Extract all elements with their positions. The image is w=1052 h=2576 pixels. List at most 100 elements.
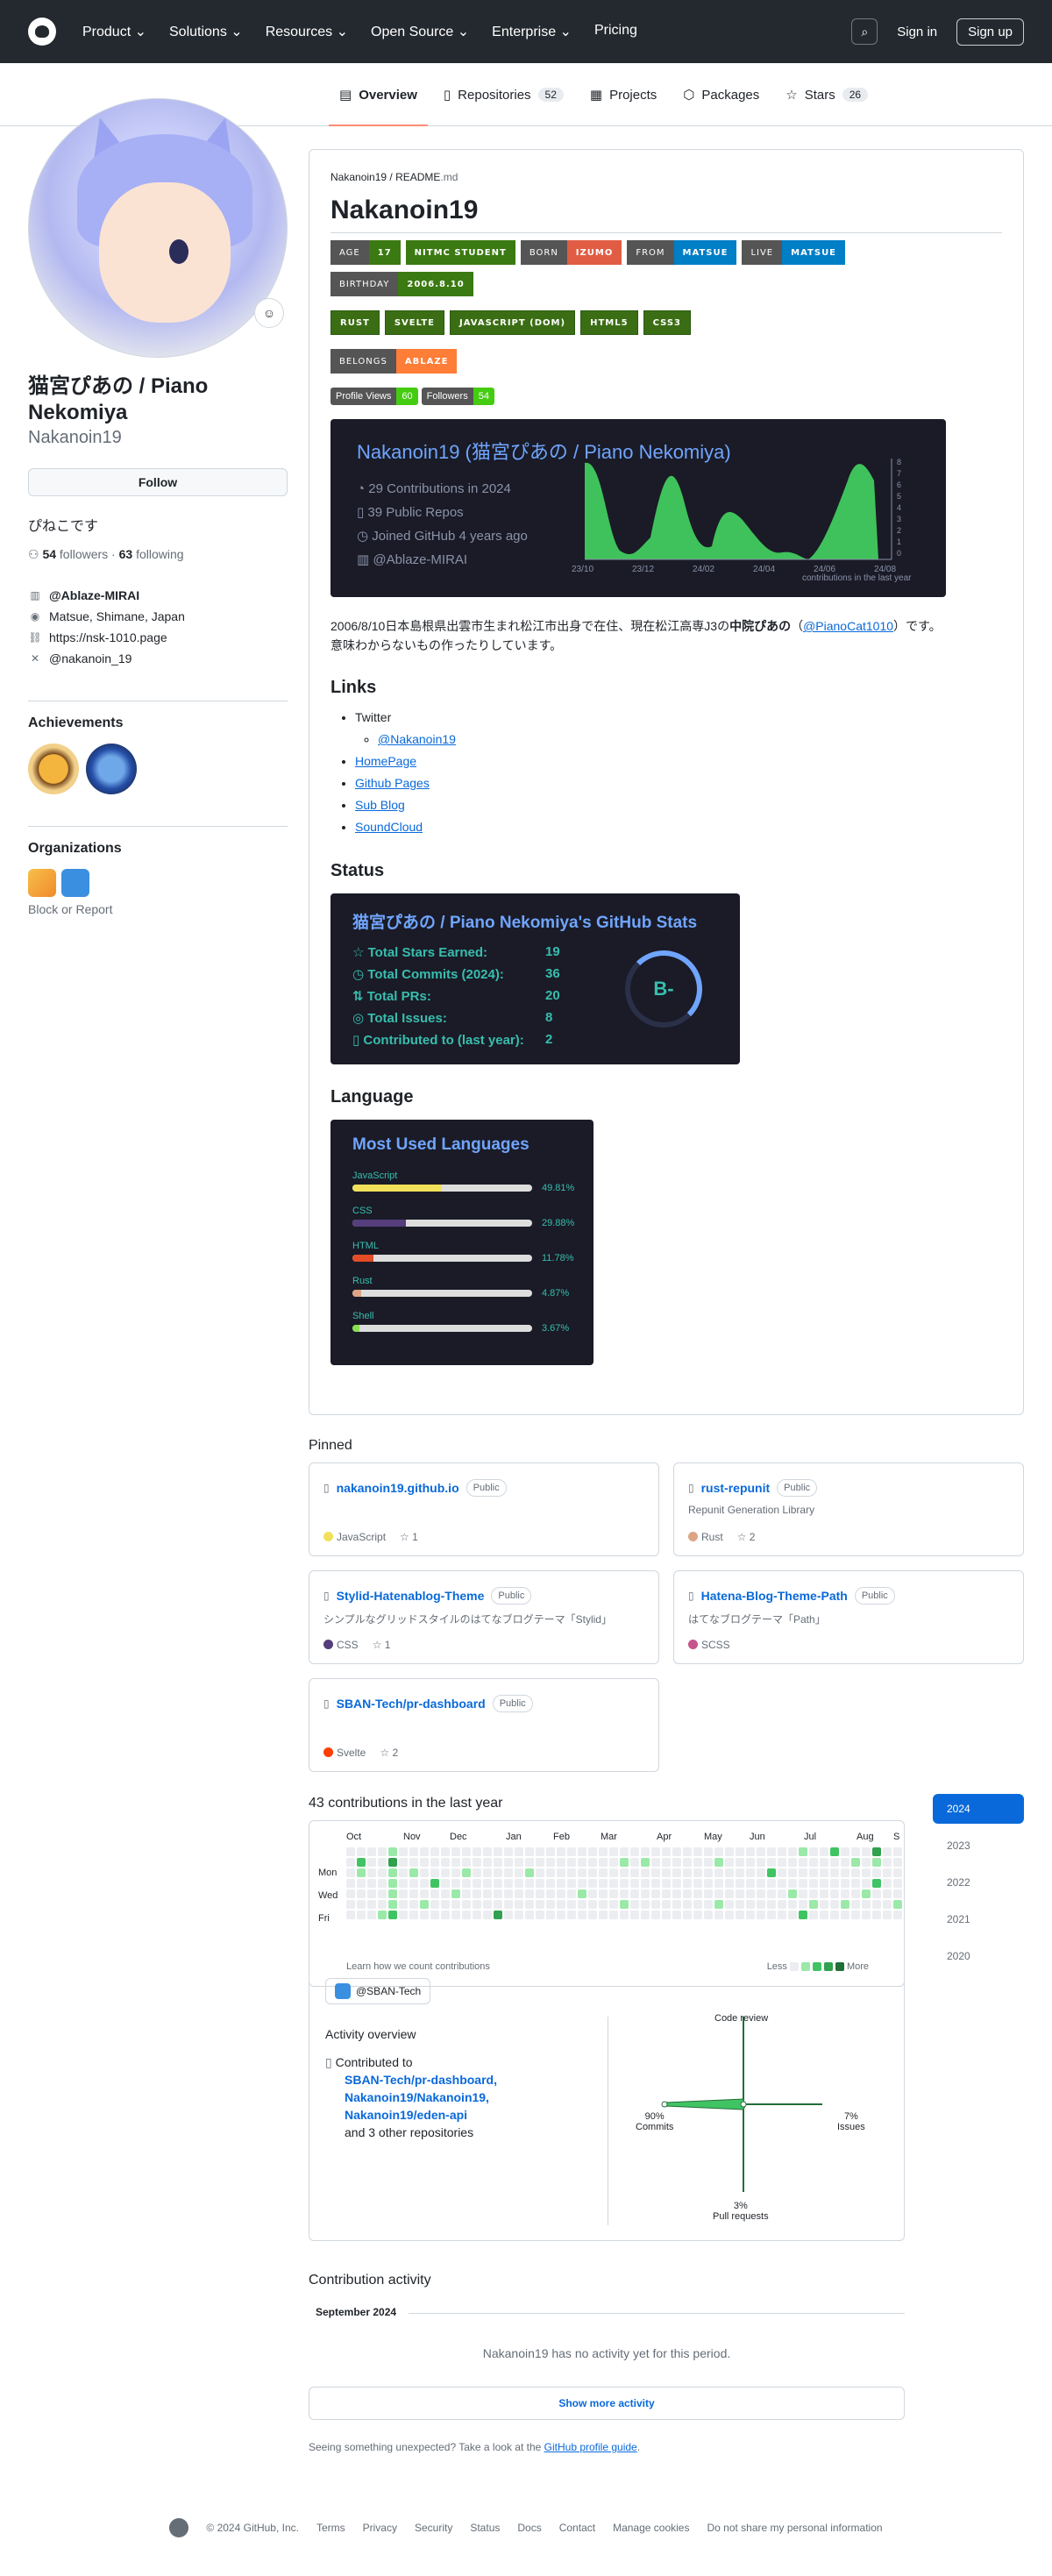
contribution-day[interactable] bbox=[672, 1911, 681, 1919]
follow-button[interactable]: Follow bbox=[28, 468, 288, 496]
contribution-day[interactable] bbox=[473, 1879, 481, 1888]
contribution-day[interactable] bbox=[809, 1847, 818, 1856]
contribution-day[interactable] bbox=[893, 1868, 902, 1877]
contribution-day[interactable] bbox=[693, 1900, 702, 1909]
contribution-day[interactable] bbox=[809, 1858, 818, 1867]
contribution-day[interactable] bbox=[662, 1847, 671, 1856]
contribution-day[interactable] bbox=[346, 1900, 355, 1909]
contribution-day[interactable] bbox=[557, 1911, 565, 1919]
contribution-day[interactable] bbox=[567, 1858, 576, 1867]
contribution-day[interactable] bbox=[451, 1868, 460, 1877]
tab-repositories[interactable]: ▯ Repositories 52 bbox=[433, 74, 574, 116]
contribution-day[interactable] bbox=[651, 1911, 660, 1919]
contribution-day[interactable] bbox=[536, 1911, 544, 1919]
contribution-day[interactable] bbox=[525, 1900, 534, 1909]
contribution-day[interactable] bbox=[609, 1868, 618, 1877]
contribution-day[interactable] bbox=[494, 1900, 502, 1909]
contribution-day[interactable] bbox=[357, 1911, 366, 1919]
contribution-day[interactable] bbox=[672, 1858, 681, 1867]
contribution-day[interactable] bbox=[420, 1879, 429, 1888]
contribution-day[interactable] bbox=[399, 1879, 408, 1888]
contribution-day[interactable] bbox=[788, 1911, 797, 1919]
contribution-day[interactable] bbox=[483, 1889, 492, 1898]
contribution-day[interactable] bbox=[641, 1911, 650, 1919]
contribution-day[interactable] bbox=[388, 1879, 397, 1888]
contribution-day[interactable] bbox=[683, 1858, 692, 1867]
contribution-day[interactable] bbox=[893, 1858, 902, 1867]
contribution-day[interactable] bbox=[767, 1858, 776, 1867]
contribution-day[interactable] bbox=[736, 1889, 744, 1898]
contribution-day[interactable] bbox=[409, 1911, 418, 1919]
contribution-day[interactable] bbox=[841, 1858, 849, 1867]
contribution-day[interactable] bbox=[567, 1889, 576, 1898]
contribution-day[interactable] bbox=[367, 1911, 376, 1919]
contribution-day[interactable] bbox=[578, 1879, 586, 1888]
contribution-day[interactable] bbox=[746, 1900, 755, 1909]
followers-link[interactable]: 54 followers bbox=[42, 547, 108, 561]
contribution-day[interactable] bbox=[462, 1858, 471, 1867]
contribution-day[interactable] bbox=[704, 1900, 713, 1909]
contribution-day[interactable] bbox=[799, 1879, 807, 1888]
contribution-day[interactable] bbox=[504, 1868, 513, 1877]
contribution-day[interactable] bbox=[841, 1911, 849, 1919]
contribution-day[interactable] bbox=[662, 1858, 671, 1867]
contribution-day[interactable] bbox=[841, 1847, 849, 1856]
contribution-day[interactable] bbox=[567, 1879, 576, 1888]
contribution-day[interactable] bbox=[599, 1879, 608, 1888]
contribution-day[interactable] bbox=[788, 1858, 797, 1867]
contribution-day[interactable] bbox=[357, 1900, 366, 1909]
contribution-day[interactable] bbox=[525, 1879, 534, 1888]
contribution-day[interactable] bbox=[725, 1900, 734, 1909]
contribution-day[interactable] bbox=[672, 1889, 681, 1898]
contribution-day[interactable] bbox=[515, 1879, 523, 1888]
footer-link[interactable]: Security bbox=[415, 2522, 452, 2534]
contribution-day[interactable] bbox=[609, 1847, 618, 1856]
contribution-day[interactable] bbox=[714, 1900, 723, 1909]
contribution-day[interactable] bbox=[546, 1889, 555, 1898]
contribution-day[interactable] bbox=[778, 1868, 786, 1877]
contribution-day[interactable] bbox=[788, 1889, 797, 1898]
contribution-day[interactable] bbox=[714, 1889, 723, 1898]
contribution-day[interactable] bbox=[883, 1889, 892, 1898]
contribution-day[interactable] bbox=[483, 1900, 492, 1909]
contribution-day[interactable] bbox=[536, 1889, 544, 1898]
contribution-day[interactable] bbox=[525, 1847, 534, 1856]
contribution-day[interactable] bbox=[851, 1889, 860, 1898]
repo-name-link[interactable]: Hatena-Blog-Theme-Path bbox=[701, 1589, 848, 1603]
contribution-day[interactable] bbox=[441, 1847, 450, 1856]
contribution-day[interactable] bbox=[630, 1858, 639, 1867]
contribution-day[interactable] bbox=[820, 1900, 828, 1909]
contribution-day[interactable] bbox=[557, 1868, 565, 1877]
contribution-day[interactable] bbox=[378, 1889, 387, 1898]
contribution-day[interactable] bbox=[736, 1900, 744, 1909]
contribution-day[interactable] bbox=[683, 1911, 692, 1919]
contribution-day[interactable] bbox=[799, 1868, 807, 1877]
contribution-day[interactable] bbox=[883, 1879, 892, 1888]
contribution-day[interactable] bbox=[588, 1889, 597, 1898]
contribution-day[interactable] bbox=[851, 1858, 860, 1867]
contribution-day[interactable] bbox=[872, 1847, 881, 1856]
contribution-day[interactable] bbox=[346, 1879, 355, 1888]
contribution-day[interactable] bbox=[651, 1879, 660, 1888]
repo-name-link[interactable]: rust-repunit bbox=[701, 1481, 771, 1495]
contribution-day[interactable] bbox=[346, 1911, 355, 1919]
block-or-report-link[interactable]: Block or Report bbox=[28, 902, 288, 916]
contribution-day[interactable] bbox=[883, 1900, 892, 1909]
contribution-day[interactable] bbox=[757, 1868, 765, 1877]
contribution-day[interactable] bbox=[494, 1911, 502, 1919]
contribution-day[interactable] bbox=[662, 1889, 671, 1898]
contribution-day[interactable] bbox=[641, 1868, 650, 1877]
repo-stars[interactable]: ☆ 1 bbox=[373, 1639, 391, 1651]
contribution-day[interactable] bbox=[809, 1889, 818, 1898]
contribution-day[interactable] bbox=[830, 1858, 839, 1867]
contribution-day[interactable] bbox=[767, 1847, 776, 1856]
contribution-day[interactable] bbox=[357, 1879, 366, 1888]
contribution-day[interactable] bbox=[683, 1879, 692, 1888]
contribution-day[interactable] bbox=[409, 1900, 418, 1909]
contribution-day[interactable] bbox=[736, 1868, 744, 1877]
contribution-day[interactable] bbox=[651, 1847, 660, 1856]
contribution-day[interactable] bbox=[630, 1911, 639, 1919]
contribution-day[interactable] bbox=[546, 1847, 555, 1856]
contribution-day[interactable] bbox=[536, 1858, 544, 1867]
contribution-day[interactable] bbox=[578, 1889, 586, 1898]
